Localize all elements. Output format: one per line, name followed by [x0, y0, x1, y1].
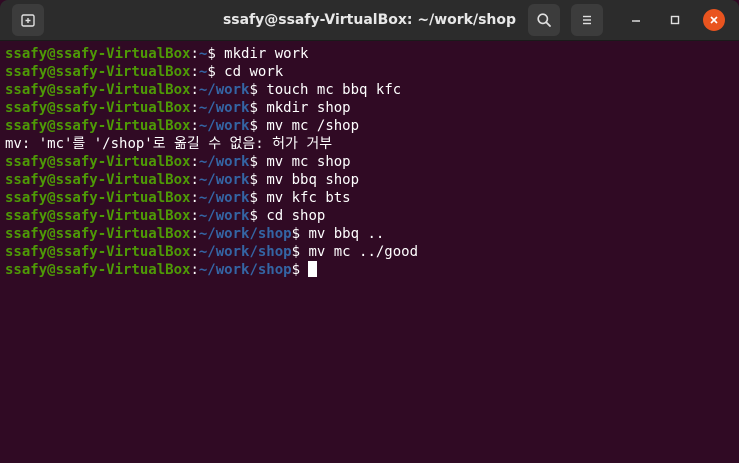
prompt-separator: : — [190, 226, 199, 242]
terminal-prompt-line: ssafy@ssafy-VirtualBox:~/work$ mkdir sho… — [5, 99, 735, 117]
terminal-prompt-line: ssafy@ssafy-VirtualBox:~/work/shop$ mv m… — [5, 243, 735, 261]
search-icon — [537, 13, 551, 27]
prompt-separator: : — [190, 190, 199, 206]
prompt-symbol: $ — [291, 226, 309, 242]
prompt-separator: : — [190, 172, 199, 188]
command-text: mkdir work — [224, 46, 309, 62]
prompt-separator: : — [190, 100, 199, 116]
terminal-output-line: mv: 'mc'를 '/shop'로 옮길 수 없음: 허가 거부 — [5, 135, 735, 153]
prompt-path: ~/work — [198, 154, 250, 170]
prompt-symbol: $ — [207, 46, 225, 62]
output-text: mv: 'mc'를 '/shop'로 옮길 수 없음: 허가 거부 — [5, 136, 333, 152]
prompt-user-host: ssafy@ssafy-VirtualBox — [5, 82, 191, 98]
prompt-path: ~/work — [198, 190, 250, 206]
terminal-prompt-line: ssafy@ssafy-VirtualBox:~$ cd work — [5, 63, 735, 81]
terminal-prompt-line: ssafy@ssafy-VirtualBox:~/work/shop$ mv b… — [5, 225, 735, 243]
command-text: mkdir shop — [266, 100, 351, 116]
command-text: mv mc shop — [266, 154, 351, 170]
close-button[interactable] — [703, 9, 725, 31]
prompt-symbol: $ — [207, 64, 225, 80]
command-text: touch mc bbq kfc — [266, 82, 402, 98]
close-icon — [710, 16, 718, 24]
terminal-prompt-line: ssafy@ssafy-VirtualBox:~/work/shop$ — [5, 261, 735, 279]
command-text: mv bbq shop — [266, 172, 360, 188]
prompt-path: ~/work — [198, 208, 250, 224]
prompt-path: ~/work — [198, 172, 250, 188]
prompt-symbol: $ — [249, 154, 267, 170]
search-button[interactable] — [528, 4, 560, 36]
prompt-path: ~/work/shop — [198, 262, 292, 278]
menu-button[interactable] — [571, 4, 603, 36]
command-text: mv mc /shop — [266, 118, 360, 134]
prompt-path: ~/work — [198, 100, 250, 116]
prompt-separator: : — [190, 154, 199, 170]
prompt-path: ~/work/shop — [198, 244, 292, 260]
prompt-user-host: ssafy@ssafy-VirtualBox — [5, 46, 191, 62]
terminal-prompt-line: ssafy@ssafy-VirtualBox:~/work$ touch mc … — [5, 81, 735, 99]
prompt-separator: : — [190, 46, 199, 62]
prompt-user-host: ssafy@ssafy-VirtualBox — [5, 172, 191, 188]
prompt-symbol: $ — [249, 82, 267, 98]
terminal-prompt-line: ssafy@ssafy-VirtualBox:~/work$ mv bbq sh… — [5, 171, 735, 189]
terminal-prompt-line: ssafy@ssafy-VirtualBox:~/work$ cd shop — [5, 207, 735, 225]
prompt-symbol: $ — [249, 100, 267, 116]
prompt-symbol: $ — [249, 190, 267, 206]
terminal-prompt-line: ssafy@ssafy-VirtualBox:~/work$ mv mc /sh… — [5, 117, 735, 135]
title-bar[interactable]: ssafy@ssafy-VirtualBox: ~/work/shop — [0, 0, 739, 41]
prompt-path: ~/work — [198, 118, 250, 134]
prompt-user-host: ssafy@ssafy-VirtualBox — [5, 118, 191, 134]
hamburger-menu-icon — [583, 15, 591, 25]
minimize-icon — [632, 20, 640, 22]
prompt-user-host: ssafy@ssafy-VirtualBox — [5, 244, 191, 260]
command-text: cd shop — [266, 208, 326, 224]
terminal-cursor — [308, 261, 318, 277]
command-text: mv kfc bts — [266, 190, 351, 206]
prompt-user-host: ssafy@ssafy-VirtualBox — [5, 64, 191, 80]
prompt-symbol: $ — [249, 172, 267, 188]
prompt-path: ~/work/shop — [198, 226, 292, 242]
prompt-symbol: $ — [291, 262, 309, 278]
prompt-symbol: $ — [291, 244, 309, 260]
command-text: mv mc ../good — [308, 244, 419, 260]
terminal-prompt-line: ssafy@ssafy-VirtualBox:~/work$ mv kfc bt… — [5, 189, 735, 207]
minimize-button[interactable] — [625, 9, 647, 31]
prompt-separator: : — [190, 244, 199, 260]
prompt-separator: : — [190, 64, 199, 80]
prompt-separator: : — [190, 118, 199, 134]
prompt-user-host: ssafy@ssafy-VirtualBox — [5, 208, 191, 224]
terminal-prompt-line: ssafy@ssafy-VirtualBox:~$ mkdir work — [5, 45, 735, 63]
prompt-separator: : — [190, 208, 199, 224]
prompt-separator: : — [190, 262, 199, 278]
new-tab-icon — [21, 14, 35, 27]
prompt-user-host: ssafy@ssafy-VirtualBox — [5, 100, 191, 116]
prompt-user-host: ssafy@ssafy-VirtualBox — [5, 262, 191, 278]
prompt-user-host: ssafy@ssafy-VirtualBox — [5, 154, 191, 170]
prompt-symbol: $ — [249, 208, 267, 224]
maximize-icon — [670, 15, 680, 25]
terminal-window: ssafy@ssafy-VirtualBox: ~/work/shop ssaf… — [0, 0, 739, 463]
prompt-symbol: $ — [249, 118, 267, 134]
maximize-button[interactable] — [664, 9, 686, 31]
command-text: cd work — [224, 64, 284, 80]
prompt-user-host: ssafy@ssafy-VirtualBox — [5, 226, 191, 242]
prompt-user-host: ssafy@ssafy-VirtualBox — [5, 190, 191, 206]
new-tab-button[interactable] — [12, 4, 44, 36]
terminal-prompt-line: ssafy@ssafy-VirtualBox:~/work$ mv mc sho… — [5, 153, 735, 171]
command-text: mv bbq .. — [308, 226, 385, 242]
terminal-output[interactable]: ssafy@ssafy-VirtualBox:~$ mkdir work ssaf… — [5, 45, 735, 460]
prompt-separator: : — [190, 82, 199, 98]
prompt-path: ~/work — [198, 82, 250, 98]
